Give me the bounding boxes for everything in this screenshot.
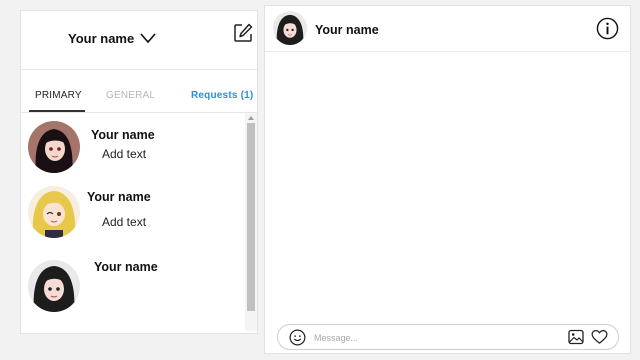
scrollbar[interactable]: [245, 113, 257, 331]
message-input[interactable]: [314, 329, 554, 346]
active-tab-indicator: [29, 110, 85, 112]
inbox-tabs: PRIMARY GENERAL Requests (1): [21, 69, 257, 113]
heart-icon[interactable]: [591, 329, 608, 345]
account-name[interactable]: Your name: [68, 31, 134, 46]
chat-header: Your name: [265, 6, 630, 52]
message-composer: [277, 324, 619, 350]
conversation-name: Your name: [91, 128, 155, 142]
compose-icon[interactable]: [232, 22, 254, 44]
conversation-preview: Add text: [102, 215, 147, 229]
chat-panel: Your name: [264, 5, 631, 354]
avatar[interactable]: [273, 11, 307, 45]
list-item[interactable]: Your name Add text: [21, 185, 241, 241]
conversation-name: Your name: [87, 190, 151, 204]
tab-requests[interactable]: Requests (1): [191, 90, 253, 101]
conversation-list: Your name Add text Your name Add text Yo…: [21, 113, 241, 333]
list-item[interactable]: Your name Add text: [21, 119, 241, 175]
inbox-header: Your name: [21, 11, 257, 69]
emoji-icon[interactable]: [289, 329, 306, 346]
conversation-preview: Add text: [102, 147, 147, 161]
avatar: [28, 121, 80, 173]
chat-title[interactable]: Your name: [315, 23, 379, 37]
conversation-list-panel: Your name PRIMARY GENERAL Requests (1) Y…: [20, 10, 258, 334]
chevron-down-icon[interactable]: [139, 29, 157, 47]
avatar: [28, 186, 80, 238]
scrollbar-thumb[interactable]: [247, 123, 255, 311]
avatar: [28, 260, 80, 312]
info-icon[interactable]: [596, 17, 619, 40]
image-icon[interactable]: [568, 329, 584, 345]
tab-general[interactable]: GENERAL: [106, 90, 155, 101]
scroll-up-arrow-icon[interactable]: [247, 114, 255, 122]
tab-primary[interactable]: PRIMARY: [35, 90, 82, 101]
list-item[interactable]: Your name: [21, 255, 241, 312]
conversation-name: Your name: [94, 260, 158, 274]
